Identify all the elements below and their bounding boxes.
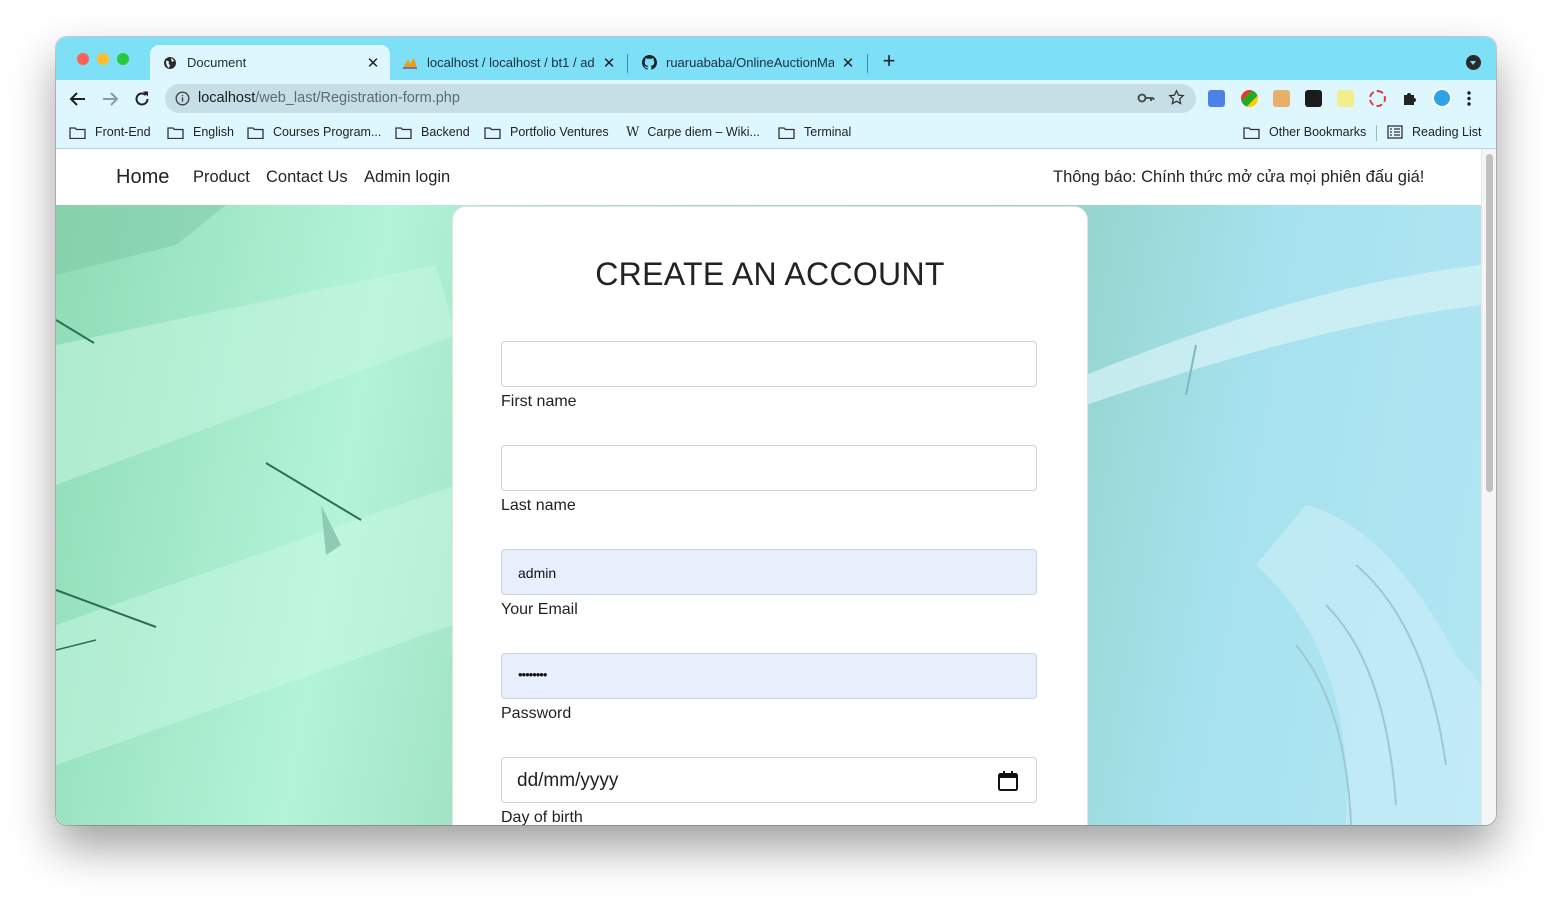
menu-icon[interactable] [1466, 90, 1472, 107]
url-text: localhost/web_last/Registration-form.php [198, 90, 460, 106]
bookmark-label: Backend [421, 125, 470, 139]
bookmark-backend[interactable]: Backend [395, 123, 470, 141]
bookmark-portfolio-ventures[interactable]: Portfolio Ventures [484, 123, 609, 141]
info-icon[interactable] [175, 91, 190, 111]
bookmarks-bar: Front-End English Courses Program... Bac… [56, 117, 1496, 149]
url-host: localhost [198, 90, 256, 106]
tab-title: Document [187, 55, 247, 70]
address-bar[interactable]: localhost/web_last/Registration-form.php [165, 84, 1196, 113]
bookmark-label: Reading List [1412, 125, 1482, 139]
bookmark-label: Portfolio Ventures [510, 125, 609, 139]
wikipedia-icon: W [626, 124, 640, 140]
bookmarks-separator [1376, 125, 1377, 141]
folder-icon [69, 126, 86, 139]
nav-product-link[interactable]: Product [193, 168, 250, 187]
github-icon [641, 55, 657, 71]
folder-icon [167, 126, 184, 139]
bookmark-label: English [193, 125, 234, 139]
first-name-label: First name [501, 393, 577, 410]
translate-extension-icon[interactable] [1208, 90, 1225, 107]
bookmark-label: Front-End [95, 125, 151, 139]
phpmyadmin-icon [402, 55, 418, 71]
close-window-button[interactable] [77, 53, 89, 65]
reload-button[interactable] [130, 87, 154, 111]
scrollbar-thumb[interactable] [1486, 154, 1493, 492]
nav-home-link[interactable]: Home [116, 166, 169, 189]
calendar-icon[interactable] [997, 770, 1019, 797]
bookmark-courses[interactable]: Courses Program... [247, 123, 381, 141]
date-of-birth-label: Day of birth [501, 809, 583, 825]
last-name-input[interactable] [501, 445, 1037, 491]
zoom-window-button[interactable] [117, 53, 129, 65]
folder-icon [395, 126, 412, 139]
minimize-window-button[interactable] [97, 53, 109, 65]
tab-phpmyadmin[interactable]: localhost / localhost / bt1 / add ✕ [390, 45, 626, 80]
puzzle-icon[interactable] [1401, 90, 1418, 107]
password-input[interactable]: •••••••• [501, 653, 1037, 699]
bookmark-carpe-diem[interactable]: W Carpe diem – Wiki... [626, 123, 760, 141]
globe-icon [162, 55, 178, 71]
email-value: admin [518, 565, 557, 581]
bookmark-label: Courses Program... [273, 125, 382, 139]
bookmark-front-end[interactable]: Front-End [69, 123, 151, 141]
tab-document[interactable]: Document ✕ [150, 45, 390, 80]
new-tab-button[interactable]: + [878, 50, 900, 73]
folder-icon [1243, 126, 1260, 139]
refresh-extension-icon[interactable] [1369, 90, 1386, 107]
bookmark-label: Other Bookmarks [1269, 125, 1367, 139]
nav-contact-link[interactable]: Contact Us [266, 168, 348, 187]
star-icon[interactable] [1168, 89, 1185, 111]
close-icon[interactable]: ✕ [840, 55, 856, 72]
bookmark-terminal[interactable]: Terminal [778, 123, 851, 141]
other-bookmarks[interactable]: Other Bookmarks [1243, 123, 1366, 141]
reload-icon [135, 91, 149, 106]
tab-github[interactable]: ruaruababa/OnlineAuctionMan ✕ [629, 45, 865, 80]
tab-separator [867, 54, 868, 73]
page-viewport: Home Product Contact Us Admin login Thôn… [56, 149, 1481, 825]
notes-extension-icon[interactable] [1337, 90, 1354, 107]
tab-search-icon[interactable] [1466, 55, 1481, 70]
form-title: CREATE AN ACCOUNT [595, 256, 945, 292]
browser-toolbar: localhost/web_last/Registration-form.php [56, 80, 1496, 117]
site-navbar: Home Product Contact Us Admin login Thôn… [56, 149, 1481, 205]
date-placeholder: dd/mm/yyyy [517, 770, 619, 791]
back-button[interactable] [66, 87, 90, 111]
reading-list-icon [1387, 125, 1403, 139]
password-value: •••••••• [518, 667, 547, 682]
folder-icon [484, 126, 501, 139]
bookmark-english[interactable]: English [167, 123, 234, 141]
browser-window: Document ✕ localhost / localhost / bt1 /… [56, 37, 1496, 825]
email-input[interactable]: admin [501, 549, 1037, 595]
tab-separator [627, 54, 628, 73]
forward-button[interactable] [98, 87, 122, 111]
bookmark-label: Terminal [804, 125, 852, 139]
folder-icon [247, 126, 264, 139]
bookmark-extension-icon[interactable] [1273, 90, 1290, 107]
reading-list[interactable]: Reading List [1387, 123, 1482, 141]
email-label: Your Email [501, 601, 578, 618]
folder-icon [778, 126, 795, 139]
tab-title: localhost / localhost / bt1 / add [427, 55, 595, 70]
announcement-text: Thông báo: Chính thức mở cửa mọi phiên đ… [1053, 168, 1425, 186]
registration-card: CREATE AN ACCOUNT First name Last name a… [452, 206, 1088, 825]
close-icon[interactable]: ✕ [365, 55, 381, 72]
nav-admin-login-link[interactable]: Admin login [364, 168, 450, 187]
profile-avatar[interactable] [1432, 88, 1452, 108]
url-path: /web_last/Registration-form.php [255, 90, 460, 106]
color-picker-extension-icon[interactable] [1241, 90, 1258, 107]
arrow-right-icon [103, 92, 119, 106]
close-icon[interactable]: ✕ [601, 55, 617, 72]
first-name-input[interactable] [501, 341, 1037, 387]
tab-title: ruaruababa/OnlineAuctionMan [666, 55, 834, 70]
password-label: Password [501, 705, 572, 722]
tab-strip: Document ✕ localhost / localhost / bt1 /… [56, 37, 1496, 80]
page-scrollbar[interactable] [1481, 149, 1496, 825]
bookmark-label: Carpe diem – Wiki... [647, 125, 760, 139]
arrow-left-icon [69, 92, 85, 106]
package-extension-icon[interactable] [1305, 90, 1322, 107]
date-of-birth-input[interactable]: dd/mm/yyyy [501, 757, 1037, 803]
key-icon[interactable] [1137, 90, 1155, 111]
last-name-label: Last name [501, 497, 576, 514]
